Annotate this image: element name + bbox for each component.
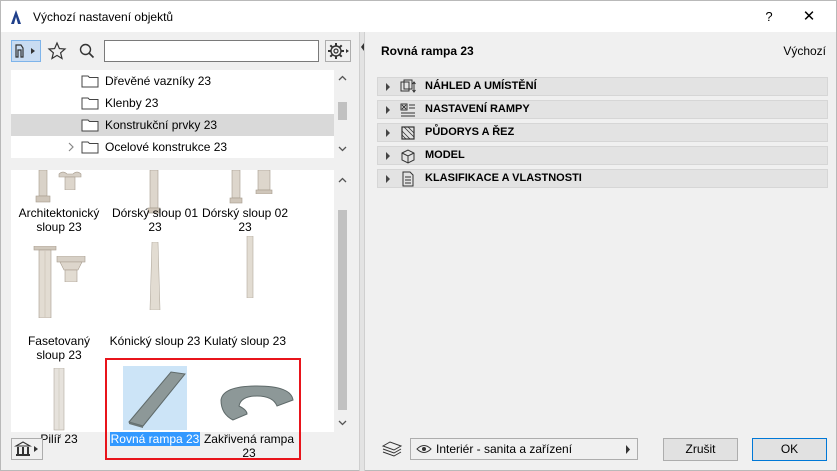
scroll-thumb[interactable] bbox=[338, 102, 347, 120]
panel-label: KLASIFIKACE A VLASTNOSTI bbox=[425, 172, 582, 184]
column-capital-thumbnail bbox=[56, 256, 86, 282]
object-label-line: 23 bbox=[148, 220, 162, 234]
object-label-line: Dórský sloup 01 bbox=[111, 206, 199, 220]
panel-expand-arrow-icon bbox=[386, 152, 390, 160]
panel-model[interactable]: MODEL bbox=[377, 146, 828, 165]
layers-icon bbox=[381, 441, 403, 457]
floorplan-section-icon bbox=[401, 126, 415, 140]
dialog-body: Dřevěné vazníky 23 Klenby 23 Konstrukční… bbox=[0, 32, 837, 471]
panel-preview-placement[interactable]: NÁHLED A UMÍSTĚNÍ bbox=[377, 77, 828, 96]
folder-view-button[interactable] bbox=[11, 40, 41, 62]
column-thumbnail bbox=[255, 170, 273, 194]
star-icon bbox=[47, 41, 67, 60]
search-input[interactable] bbox=[104, 40, 319, 62]
column-thumbnail bbox=[35, 170, 51, 203]
panel-label: NASTAVENÍ RAMPY bbox=[425, 103, 530, 115]
collapse-arrow-icon[interactable] bbox=[360, 42, 365, 52]
help-button[interactable]: ? bbox=[757, 7, 781, 27]
tree-item-selected[interactable]: Konstrukční prvky 23 bbox=[11, 114, 334, 136]
column-thumbnail bbox=[229, 170, 243, 204]
favorites-button[interactable] bbox=[47, 40, 67, 62]
layer-dropdown[interactable]: Interiér - sanita a zařízení bbox=[410, 438, 638, 460]
object-label-line: Kulatý sloup 23 bbox=[203, 334, 287, 348]
default-label: Výchozí bbox=[783, 44, 826, 58]
object-label[interactable]: Fasetovaný sloup 23 bbox=[13, 334, 105, 362]
object-label-line: Kónický sloup 23 bbox=[109, 334, 201, 348]
dropdown-arrow-icon bbox=[626, 445, 630, 454]
classification-icon bbox=[402, 171, 414, 187]
object-label[interactable]: Dórský sloup 02 23 bbox=[199, 206, 291, 234]
pillar-thumbnail bbox=[53, 368, 65, 431]
panel-expand-arrow-icon bbox=[386, 175, 390, 183]
tree-item-label: Klenby 23 bbox=[105, 96, 159, 110]
library-settings-button[interactable] bbox=[325, 40, 351, 62]
tree-item-label: Konstrukční prvky 23 bbox=[105, 118, 218, 132]
panel-ramp-settings[interactable]: NASTAVENÍ RAMPY bbox=[377, 100, 828, 119]
object-label[interactable]: Dórský sloup 01 23 bbox=[109, 206, 201, 234]
tree-item[interactable]: Dřevěné vazníky 23 bbox=[11, 70, 334, 92]
library-manager-button[interactable] bbox=[11, 438, 43, 460]
close-button[interactable]: ✕ bbox=[797, 7, 821, 27]
object-label-line: sloup 23 bbox=[36, 348, 82, 362]
panel-classification[interactable]: KLASIFIKACE A VLASTNOSTI bbox=[377, 169, 828, 188]
object-label-line: Architektonický bbox=[18, 206, 100, 220]
faceted-column-thumbnail bbox=[33, 246, 57, 318]
preview-placement-icon bbox=[400, 79, 416, 93]
object-label-line: 23 bbox=[238, 220, 252, 234]
folder-icon bbox=[81, 75, 99, 88]
cancel-button[interactable]: Zrušit bbox=[663, 438, 738, 461]
panel-floorplan-section[interactable]: PŮDORYS A ŘEZ bbox=[377, 123, 828, 142]
round-column-thumbnail bbox=[246, 236, 254, 298]
folder-icon bbox=[81, 97, 99, 110]
layer-label: Interiér - sanita a zařízení bbox=[436, 442, 573, 456]
eye-icon bbox=[416, 445, 432, 453]
conical-column-thumbnail bbox=[149, 242, 161, 310]
panel-splitter[interactable] bbox=[359, 32, 365, 471]
panel-label: PŮDORYS A ŘEZ bbox=[425, 126, 515, 138]
gear-icon bbox=[328, 43, 349, 59]
scroll-thumb[interactable] bbox=[338, 210, 347, 410]
tree-scrollbar[interactable] bbox=[334, 70, 351, 158]
panel-expand-arrow-icon bbox=[386, 106, 390, 114]
panel-label: MODEL bbox=[425, 149, 465, 161]
tree-item-label: Ocelové konstrukce 23 bbox=[105, 140, 228, 154]
folder-tree: Dřevěné vazníky 23 Klenby 23 Konstrukční… bbox=[11, 70, 351, 158]
model-cube-icon bbox=[401, 149, 415, 164]
panel-expand-arrow-icon bbox=[386, 83, 390, 91]
archicad-app-icon bbox=[11, 10, 21, 24]
search-icon bbox=[79, 43, 95, 59]
ok-button[interactable]: OK bbox=[752, 438, 827, 461]
grid-scrollbar[interactable] bbox=[334, 170, 351, 432]
library-folder-icon bbox=[15, 44, 35, 58]
scroll-down-icon[interactable] bbox=[338, 144, 347, 153]
scroll-up-icon[interactable] bbox=[338, 74, 347, 83]
scroll-down-icon[interactable] bbox=[338, 418, 347, 427]
object-label[interactable]: Kulatý sloup 23 bbox=[199, 334, 291, 348]
object-label-line: sloup 23 bbox=[36, 220, 82, 234]
object-label[interactable]: Kónický sloup 23 bbox=[109, 334, 201, 348]
object-label[interactable]: Architektonický sloup 23 bbox=[13, 206, 105, 234]
window-title: Výchozí nastavení objektů bbox=[33, 10, 174, 24]
scroll-up-icon[interactable] bbox=[338, 176, 347, 185]
tree-item[interactable]: Ocelové konstrukce 23 bbox=[11, 136, 334, 158]
object-label-line: Dórský sloup 02 bbox=[201, 206, 289, 220]
folder-icon bbox=[81, 141, 99, 154]
expand-chevron-icon[interactable] bbox=[66, 140, 76, 154]
ramp-settings-icon bbox=[400, 103, 415, 117]
folder-icon bbox=[81, 119, 99, 132]
ramp-highlight-box bbox=[105, 358, 301, 460]
panel-label: NÁHLED A UMÍSTĚNÍ bbox=[425, 80, 537, 92]
search-button[interactable] bbox=[77, 40, 97, 62]
panel-expand-arrow-icon bbox=[386, 129, 390, 137]
tree-item[interactable]: Klenby 23 bbox=[11, 92, 334, 114]
object-label-line: Fasetovaný bbox=[27, 334, 91, 348]
title-bar: Výchozí nastavení objektů ? ✕ bbox=[0, 0, 837, 32]
selected-object-title: Rovná rampa 23 bbox=[381, 44, 474, 58]
library-building-icon bbox=[13, 441, 38, 456]
tree-item-label: Dřevěné vazníky 23 bbox=[105, 74, 212, 88]
column-capital-thumbnail bbox=[58, 171, 82, 190]
